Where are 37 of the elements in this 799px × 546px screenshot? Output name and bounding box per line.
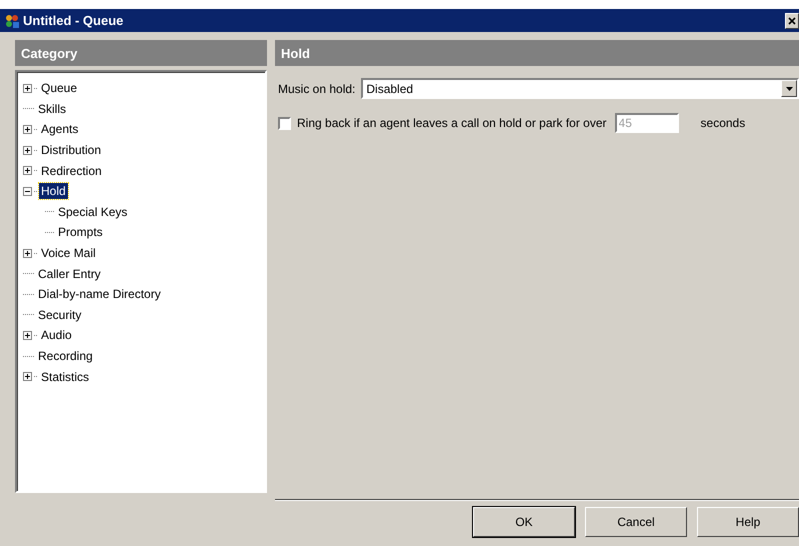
tree-item[interactable]: Security — [36, 306, 84, 323]
dropdown-icon[interactable] — [781, 80, 797, 97]
tree-item[interactable]: Agents — [39, 121, 80, 138]
music-select[interactable]: Disabled — [361, 78, 799, 99]
tree-item[interactable]: Redirection — [39, 162, 104, 179]
expand-icon[interactable] — [23, 124, 32, 134]
unit-label: seconds — [700, 116, 746, 130]
tree-item[interactable]: Audio — [39, 327, 74, 344]
tree-item[interactable]: Distribution — [39, 142, 104, 158]
section-header: Hold — [275, 40, 799, 66]
expand-icon[interactable] — [23, 84, 32, 93]
expand-icon[interactable] — [23, 330, 32, 340]
collapse-icon[interactable] — [23, 186, 32, 196]
checkbox-label: Ring back if an agent leaves a call on hold or park for over — [297, 116, 607, 130]
tree-item[interactable]: Caller Entry — [36, 266, 103, 282]
tree-item[interactable]: Statistics — [39, 368, 92, 385]
dialog-button[interactable]: Cancel — [585, 507, 687, 537]
expand-icon[interactable] — [23, 372, 32, 382]
tree-item[interactable]: Skills — [36, 100, 68, 117]
window-title: Untitled - Queue — [23, 13, 124, 28]
tree-item[interactable]: Hold — [39, 183, 68, 200]
close-icon — [788, 16, 796, 24]
tree-item[interactable]: Dial-by-name Directory — [36, 286, 163, 302]
expand-icon[interactable] — [23, 248, 32, 258]
tree-item[interactable]: Special Keys — [56, 204, 130, 220]
expand-icon[interactable] — [23, 146, 32, 155]
tree-item[interactable]: Recording — [36, 348, 95, 364]
close-button[interactable] — [785, 12, 799, 28]
dialog-button[interactable]: OK — [473, 507, 575, 537]
expand-icon[interactable] — [23, 166, 32, 176]
dialog-button[interactable]: Help — [697, 507, 799, 537]
tree-item[interactable]: Voice Mail — [39, 245, 98, 262]
field-label: Music on hold: — [278, 82, 356, 96]
tree-item[interactable]: Prompts — [56, 224, 105, 240]
app-icon — [4, 12, 20, 28]
tree-item[interactable]: Queue — [39, 80, 80, 96]
category-header: Category — [15, 40, 267, 66]
